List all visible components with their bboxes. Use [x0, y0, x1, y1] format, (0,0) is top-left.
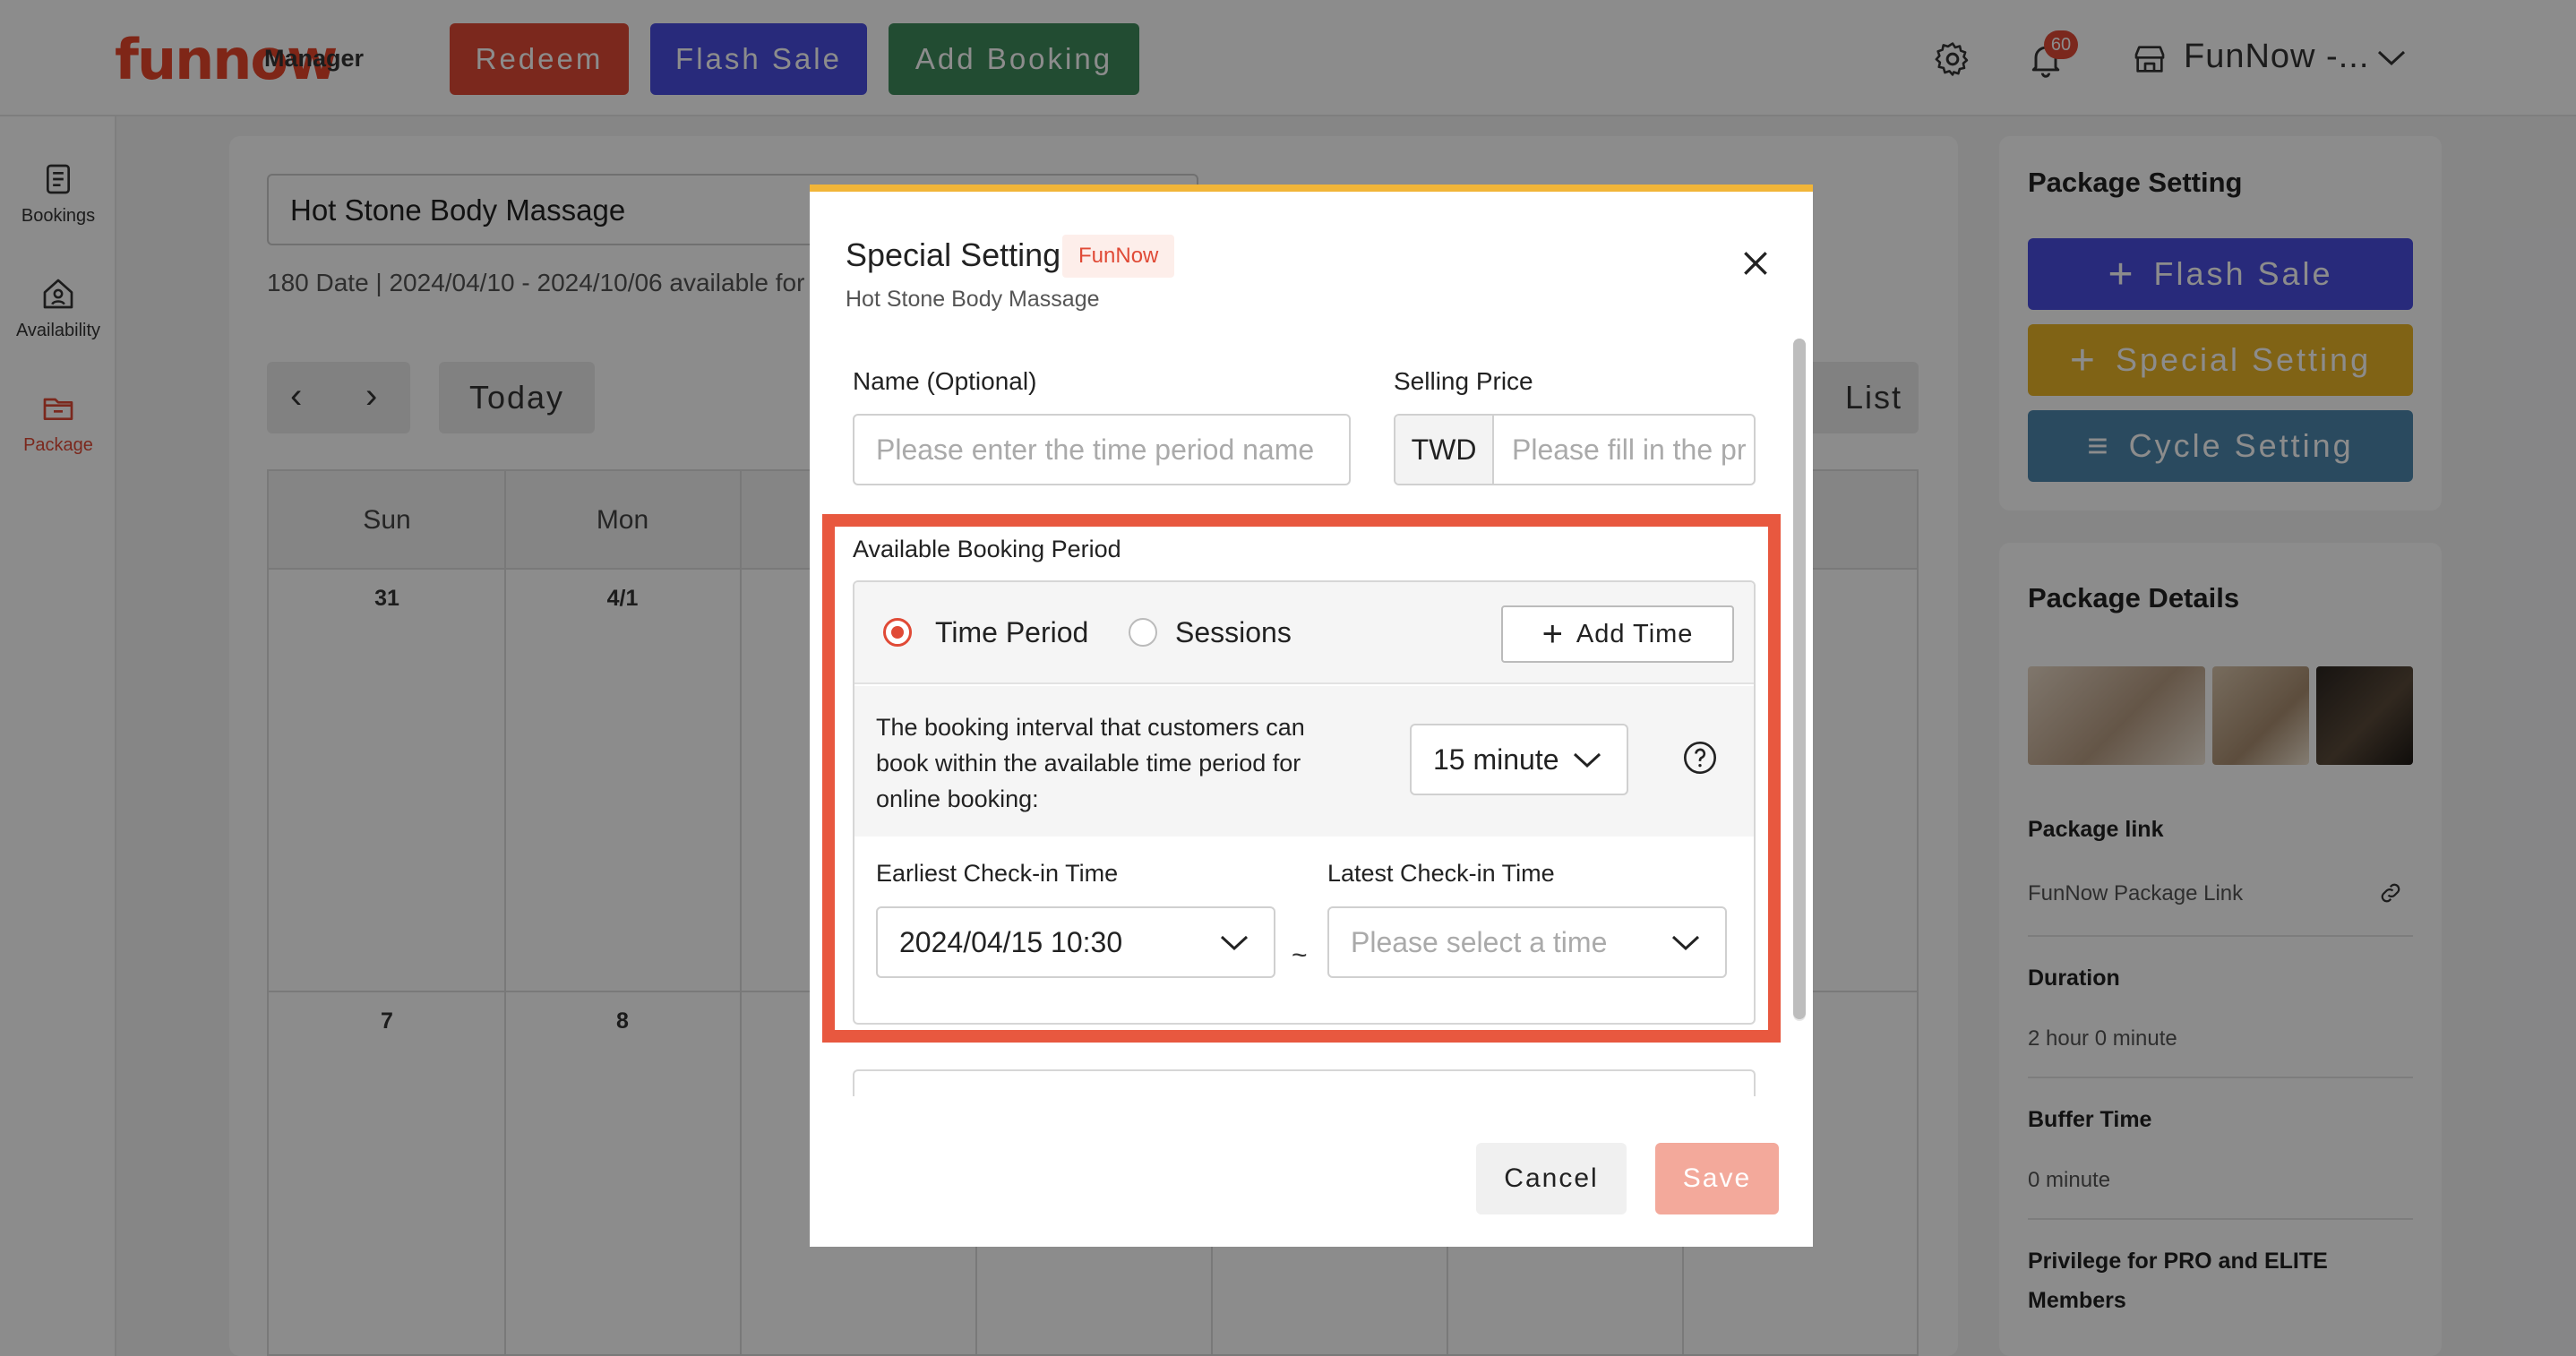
earliest-checkin-select[interactable]: 2024/04/15 10:30 — [876, 906, 1275, 978]
chevron-down-icon — [1573, 752, 1601, 768]
latest-checkin-placeholder: Please select a time — [1351, 925, 1608, 958]
add-time-button[interactable]: + Add Time — [1501, 605, 1734, 663]
help-icon[interactable] — [1682, 740, 1718, 776]
save-button[interactable]: Save — [1655, 1143, 1779, 1214]
latest-checkin-label: Latest Check-in Time — [1327, 860, 1555, 887]
earliest-checkin-label: Earliest Check-in Time — [876, 860, 1119, 887]
selling-price-input[interactable]: Please fill in the price — [1512, 433, 1747, 467]
latest-checkin-select[interactable]: Please select a time — [1327, 906, 1727, 978]
name-input[interactable]: Please enter the time period name — [853, 414, 1351, 485]
booking-period-box: Time Period Sessions + Add Time The book… — [853, 580, 1756, 1025]
chevron-down-icon — [1220, 935, 1249, 951]
button-label: Add Time — [1576, 619, 1694, 648]
cancel-button[interactable]: Cancel — [1476, 1143, 1627, 1214]
interval-select[interactable]: 15 minute — [1410, 724, 1628, 795]
funnow-tag: FunNow — [1062, 235, 1175, 278]
modal-footer-area — [810, 1096, 1791, 1141]
modal-scrollbar-thumb[interactable] — [1793, 339, 1806, 1019]
currency-prefix: TWD — [1395, 416, 1494, 484]
available-booking-period-title: Available Booking Period — [853, 536, 1121, 562]
time-period-radio[interactable] — [883, 618, 912, 647]
selling-price-field[interactable]: TWD Please fill in the price — [1394, 414, 1756, 485]
chevron-down-icon — [1671, 935, 1700, 951]
sessions-label[interactable]: Sessions — [1175, 616, 1292, 649]
booking-interval-description: The booking interval that customers can … — [876, 714, 1305, 812]
booking-mode-row: Time Period Sessions + Add Time — [854, 582, 1754, 684]
modal-title: Special Setting — [846, 236, 1061, 273]
interval-select-value: 15 minute — [1433, 742, 1559, 776]
special-setting-modal: Special Setting FunNow Hot Stone Body Ma… — [810, 185, 1813, 1247]
booking-interval-row: The booking interval that customers can … — [854, 686, 1754, 837]
plus-icon: + — [1541, 614, 1564, 654]
modal-subtitle: Hot Stone Body Massage — [846, 287, 1100, 312]
name-label: Name (Optional) — [853, 367, 1037, 395]
earliest-checkin-value: 2024/04/15 10:30 — [899, 925, 1123, 958]
time-period-label[interactable]: Time Period — [935, 616, 1088, 649]
close-icon[interactable] — [1738, 245, 1773, 281]
sessions-radio[interactable] — [1129, 618, 1157, 647]
range-separator: ~ — [1292, 940, 1308, 970]
selling-price-label: Selling Price — [1394, 367, 1533, 395]
